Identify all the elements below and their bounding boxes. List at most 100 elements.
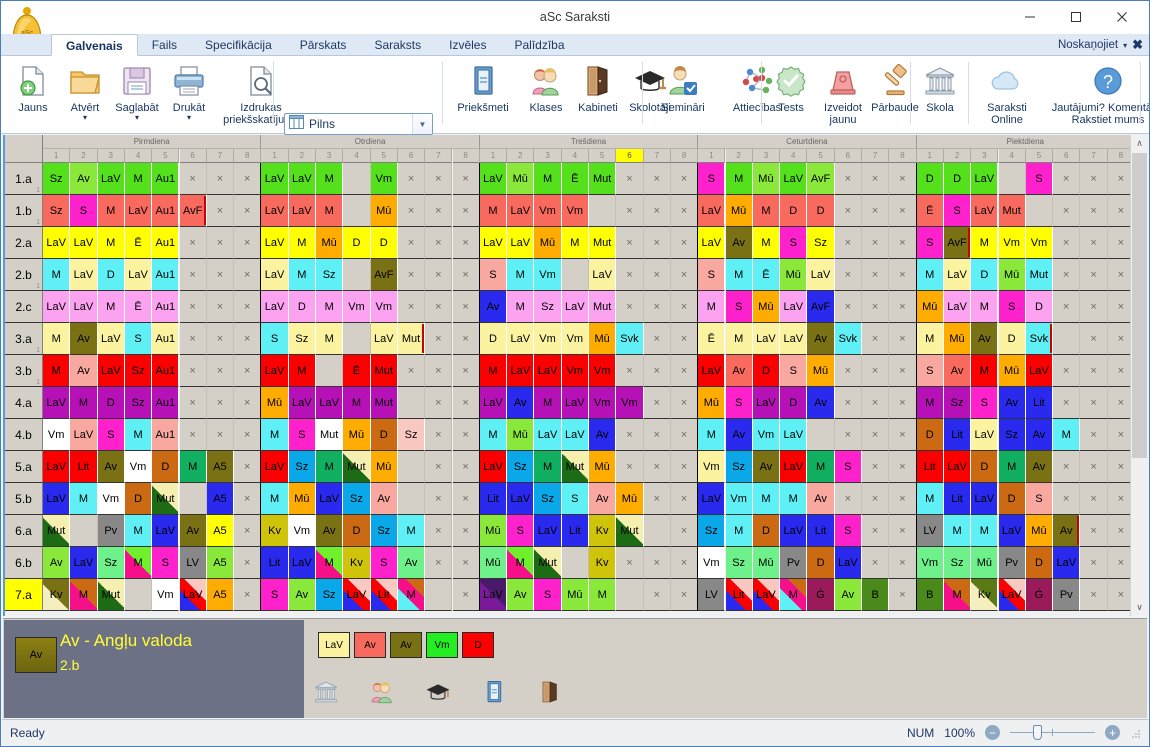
timetable-cell[interactable]: Mut <box>370 387 398 419</box>
timetable-cell[interactable]: Av <box>1053 515 1081 547</box>
timetable-cell-empty[interactable]: × <box>834 227 862 259</box>
timetable-cell-empty[interactable]: × <box>670 195 699 227</box>
timetable-cell[interactable]: M <box>725 515 753 547</box>
timetable-cell[interactable]: LaV <box>261 163 289 195</box>
timetable-cell[interactable]: Mū <box>971 547 999 579</box>
timetable-cell[interactable]: Mut <box>1025 259 1054 291</box>
timetable-cell-blank[interactable] <box>124 579 153 611</box>
tab-galvenais[interactable]: Galvenais <box>51 34 138 56</box>
timetable-cell-empty[interactable]: × <box>206 163 235 195</box>
timetable-cell[interactable]: Vm <box>124 451 153 483</box>
timetable-cell[interactable]: LaV <box>752 323 781 355</box>
timetable-cell[interactable]: S <box>916 355 944 387</box>
period-header[interactable]: 8 <box>234 149 262 163</box>
timetable-cell[interactable]: Vm <box>589 387 617 419</box>
timetable-cell[interactable]: LaV <box>43 227 71 259</box>
period-header[interactable]: 1 <box>261 149 289 163</box>
timetable-cell[interactable]: Mū <box>943 323 972 355</box>
timetable-cell[interactable]: M <box>97 291 125 323</box>
timetable-cell[interactable]: Mū <box>589 451 617 483</box>
timetable-cell[interactable]: LaV <box>780 291 808 323</box>
timetable-cell-empty[interactable]: × <box>1080 163 1108 195</box>
zoom-in-button[interactable]: + <box>1105 725 1120 740</box>
timetable-cell[interactable]: Mū <box>725 195 753 227</box>
timetable-cell-empty[interactable]: × <box>889 259 917 291</box>
timetable-cell[interactable]: M <box>316 291 344 323</box>
timetable-cell[interactable]: D <box>780 387 808 419</box>
timetable-cell-blank[interactable] <box>998 163 1026 195</box>
timetable-cell[interactable]: LaV <box>589 259 617 291</box>
timetable-cell-empty[interactable]: × <box>234 195 262 227</box>
timetable-cell-empty[interactable]: × <box>862 355 890 387</box>
timetable-cell[interactable]: Av <box>834 579 862 611</box>
timetable-cell[interactable]: Au1 <box>152 163 180 195</box>
timetable-cell[interactable]: LV <box>179 547 207 579</box>
timetable-cell[interactable]: LaV <box>507 323 535 355</box>
timetable-cell[interactable]: S <box>561 483 589 515</box>
timetable-cell[interactable]: Mū <box>261 387 289 419</box>
timetable-cell[interactable]: LaV <box>479 227 508 259</box>
timetable-cell[interactable]: S <box>1025 483 1054 515</box>
timetable-cell-empty[interactable]: × <box>616 227 644 259</box>
timetable-cell-empty[interactable]: × <box>889 387 917 419</box>
timetable-cell[interactable]: AvF <box>179 195 207 227</box>
period-header[interactable]: 6 <box>179 149 207 163</box>
timetable-cell[interactable]: Lit <box>725 579 753 611</box>
timetable-cell[interactable]: S <box>1025 163 1054 195</box>
timetable-cell[interactable]: M <box>998 451 1026 483</box>
timetable-cell-empty[interactable]: × <box>1107 323 1132 355</box>
detail-chip[interactable]: LaV <box>318 632 350 658</box>
timetable-cell-empty[interactable]: × <box>234 291 262 323</box>
timetable-cell[interactable]: D <box>916 419 944 451</box>
timetable-cell[interactable]: M <box>534 387 562 419</box>
maximize-button[interactable] <box>1053 1 1099 32</box>
timetable-cell[interactable]: Av <box>752 451 781 483</box>
timetable-cell[interactable]: Mū <box>507 163 535 195</box>
timetable-cell[interactable]: Mut <box>316 419 344 451</box>
timetable-cell[interactable]: LaV <box>261 355 289 387</box>
timetable-cell[interactable]: M <box>43 259 71 291</box>
classes-button[interactable]: Klases <box>520 56 572 114</box>
timetable-cell[interactable]: M <box>288 355 316 387</box>
graduation-cap-icon[interactable] <box>423 676 453 708</box>
timetable-cell[interactable]: Mut <box>397 323 426 355</box>
timetable-cell[interactable]: A5 <box>206 547 235 579</box>
timetable-cell[interactable]: M <box>780 483 808 515</box>
minimize-button[interactable] <box>1007 1 1053 32</box>
timetable-cell[interactable]: LaV <box>971 195 999 227</box>
timetable-cell[interactable]: Mū <box>698 387 726 419</box>
period-header[interactable]: 6 <box>616 149 644 163</box>
timetable-cell-empty[interactable]: × <box>179 323 207 355</box>
timetable-cell-empty[interactable]: × <box>643 579 671 611</box>
timetable-cell[interactable]: S <box>698 259 726 291</box>
timetable-cell-empty[interactable]: × <box>1080 195 1108 227</box>
timetable-cell[interactable]: Pv <box>998 547 1026 579</box>
chevron-down-icon[interactable]: ▾ <box>83 114 87 122</box>
row-label[interactable]: 4.b <box>5 419 43 451</box>
timetable-cell[interactable]: Pv <box>780 547 808 579</box>
timetable-cell[interactable]: Vm <box>534 323 562 355</box>
timetable-cell[interactable]: M <box>124 547 153 579</box>
timetable-cell[interactable]: Au1 <box>152 291 180 323</box>
timetable-cell-blank[interactable] <box>343 323 371 355</box>
row-label[interactable]: 2.c <box>5 291 43 323</box>
timetable-cell[interactable]: Mū <box>479 515 508 547</box>
timetable-cell[interactable]: LaV <box>698 355 726 387</box>
timetable-cell[interactable]: LaV <box>43 451 71 483</box>
timetable-cell-empty[interactable]: × <box>670 291 699 323</box>
timetable-cell[interactable]: Kv <box>589 547 617 579</box>
timetable-cell-blank[interactable] <box>589 195 617 227</box>
timetable-cell-empty[interactable]: × <box>670 259 699 291</box>
timetable-cell-empty[interactable]: × <box>1107 451 1132 483</box>
timetable-cell-empty[interactable]: × <box>889 547 917 579</box>
timetable-cell-empty[interactable]: × <box>1053 483 1081 515</box>
timetable-cell[interactable]: Vm <box>616 387 644 419</box>
period-header[interactable]: 3 <box>316 149 344 163</box>
timetable-cell[interactable]: Sz <box>316 259 344 291</box>
timetable-cell-empty[interactable]: × <box>397 227 426 259</box>
timetable-cell[interactable]: LaV <box>507 195 535 227</box>
timetable-cell[interactable]: Au1 <box>152 419 180 451</box>
timetable-cell[interactable]: D <box>998 483 1026 515</box>
timetable-cell-empty[interactable]: × <box>862 195 890 227</box>
timetable-cell[interactable]: Av <box>1025 451 1054 483</box>
